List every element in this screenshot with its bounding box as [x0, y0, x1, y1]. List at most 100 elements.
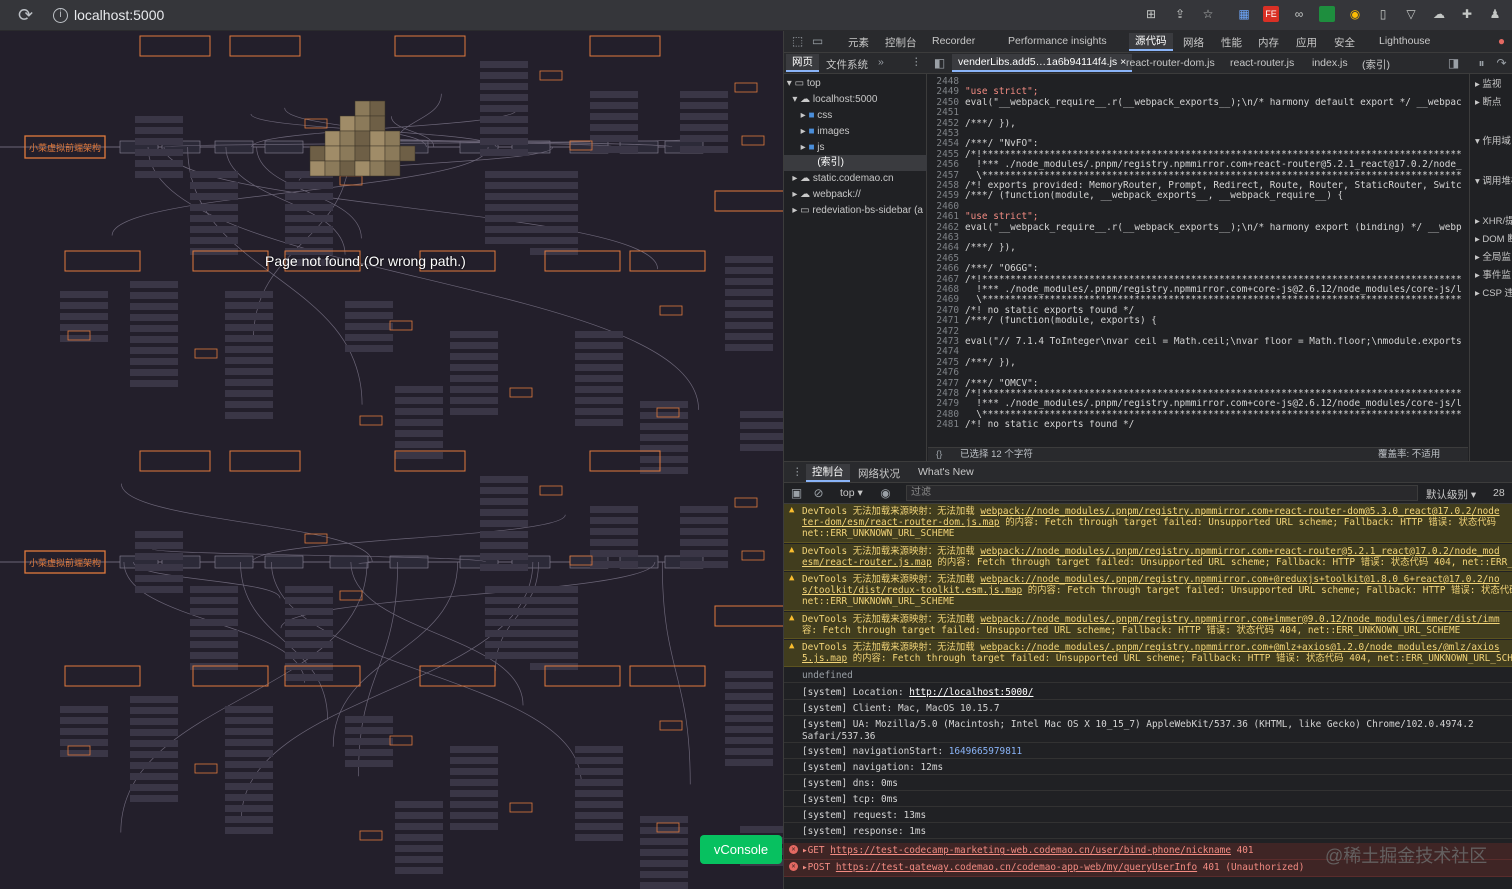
mindmap-leaf — [130, 729, 178, 736]
drawer-tab-whats-new[interactable]: What's New — [918, 466, 974, 478]
bookmark-star-icon[interactable]: ☆ — [1200, 6, 1216, 22]
inspect-icon[interactable]: ⬚ — [790, 34, 805, 49]
source-map-link[interactable]: 5.js.map — [802, 653, 847, 664]
log-link[interactable]: http://localhost:5000/ — [909, 687, 1033, 698]
mindmap-leaf — [680, 517, 728, 524]
event-listeners-section[interactable]: ▸ 事件监 — [1475, 267, 1511, 281]
tab-filesystem[interactable]: 文件系统 — [826, 57, 868, 72]
tab-elements[interactable]: 元素 — [848, 35, 869, 50]
more-tabs-icon[interactable]: » — [878, 56, 884, 68]
source-map-link[interactable]: webpack://node_modules/.pnpm/registry.np… — [980, 614, 1499, 625]
tree-item-css[interactable]: ▸ ■ css — [784, 108, 833, 124]
log-level-selector[interactable]: 默认级别 ▾ — [1426, 487, 1476, 502]
warning-text: DevTools 无法加载来源映射：无法加载 — [802, 642, 981, 653]
mindmap-leaf — [590, 124, 638, 131]
profile-icon[interactable]: ♟ — [1487, 6, 1503, 22]
source-map-link[interactable]: webpack://node_modules/.pnpm/registry.np… — [980, 506, 1499, 517]
watch-section[interactable]: ▸ 监视 — [1475, 76, 1501, 90]
error-url[interactable]: https://test-codecamp-marketing-web.code… — [830, 845, 1231, 856]
toggle-navigator-icon[interactable]: ◧ — [932, 56, 947, 71]
tab-application[interactable]: 应用 — [1296, 35, 1317, 50]
global-listeners-section[interactable]: ▸ 全局监 — [1475, 249, 1511, 263]
tab-performance[interactable]: 性能 — [1221, 35, 1242, 50]
scope-section[interactable]: ▾ 作用域 — [1475, 133, 1511, 147]
file-tab-react-router-dom[interactable]: react-router-dom.js — [1126, 57, 1215, 69]
tab-page[interactable]: 网页 — [786, 54, 819, 72]
tree-item-host[interactable]: ▾ ☁ localhost:5000 — [784, 92, 877, 108]
live-expression-icon[interactable]: ◉ — [878, 486, 893, 501]
xhr-breakpoints-section[interactable]: ▸ XHR/提 — [1475, 213, 1512, 227]
site-info-icon[interactable]: i — [53, 8, 68, 23]
extension-icon[interactable] — [1319, 6, 1335, 22]
dom-breakpoints-section[interactable]: ▸ DOM 断 — [1475, 231, 1512, 245]
drawer-menu-icon[interactable]: ⋮ — [792, 466, 803, 478]
error-url[interactable]: https://test-gateway.codemao.cn/codemao-… — [836, 862, 1197, 873]
line-number[interactable]: 2481 — [928, 419, 959, 430]
code-editor[interactable]: 2448 2449 "use strict"; 2450 eval("__webpack… — [928, 74, 1468, 447]
tab-recorder[interactable]: Recorder — [932, 35, 975, 47]
chrome-icon[interactable]: ◉ — [1347, 6, 1363, 22]
breakpoints-section[interactable]: ▸ 断点 — [1475, 94, 1501, 108]
more-options-icon[interactable]: ⋮ — [911, 56, 922, 68]
puzzle-icon[interactable]: ✚ — [1459, 6, 1475, 22]
extension-icon[interactable]: ∞ — [1291, 6, 1307, 22]
reload-icon[interactable]: ⟳ — [18, 6, 33, 24]
tab-lighthouse[interactable]: Lighthouse — [1379, 35, 1430, 47]
mindmap-leaf — [130, 718, 178, 725]
mindmap-leaf — [530, 608, 578, 615]
tab-security[interactable]: 安全 — [1334, 35, 1355, 50]
share-icon[interactable]: ⇪ — [1172, 6, 1188, 22]
device-toolbar-icon[interactable]: ▭ — [810, 34, 825, 49]
file-tab-react-router[interactable]: react-router.js — [1230, 57, 1294, 69]
tree-item-extension[interactable]: ▸ ▭ redeviation-bs-sidebar (a — [784, 203, 923, 219]
step-icon[interactable]: ↷ — [1494, 56, 1509, 71]
extension-icon[interactable]: FE — [1263, 6, 1279, 22]
mindmap-leaf — [345, 301, 393, 308]
mindmap-leaf — [135, 531, 183, 538]
tree-item-images[interactable]: ▸ ■ images — [784, 124, 850, 140]
section-label: 监视 — [1482, 79, 1502, 90]
pause-icon[interactable]: ⏸ — [1474, 56, 1489, 71]
extension-icon[interactable]: ☁ — [1431, 6, 1447, 22]
tree-item-index[interactable]: (索引) — [784, 155, 927, 171]
tab-performance-insights[interactable]: Performance insights — [1008, 35, 1107, 47]
tree-item-webpack[interactable]: ▸ ☁ webpack:// — [784, 187, 860, 203]
source-map-link[interactable]: esm/react-router.js.map — [802, 557, 932, 568]
mindmap-leaf — [130, 336, 178, 343]
file-tab-venderlibs[interactable]: venderLibs.add5…1a6b94114f4.js × — [952, 54, 1133, 72]
toggle-debugger-icon[interactable]: ◨ — [1446, 56, 1461, 71]
tab-console[interactable]: 控制台 — [885, 35, 917, 50]
source-map-link[interactable]: webpack://node_modules/.pnpm/registry.np… — [980, 546, 1499, 557]
call-stack-section[interactable]: ▾ 调用堆栈 — [1475, 173, 1512, 187]
clear-console-icon[interactable]: ⊘ — [811, 486, 826, 501]
drawer-tab-network-conditions[interactable]: 网络状况 — [858, 466, 900, 481]
source-map-link[interactable]: ter-dom/esm/react-router-dom.js.map — [802, 517, 1000, 528]
tab-memory[interactable]: 内存 — [1258, 35, 1279, 50]
tab-sources[interactable]: 源代码 — [1129, 33, 1173, 51]
source-map-link[interactable]: webpack://node_modules/.pnpm/registry.np… — [980, 642, 1499, 653]
extension-icon[interactable]: ▦ — [1236, 6, 1252, 22]
tree-item-js[interactable]: ▸ ■ js — [784, 140, 825, 156]
source-map-link[interactable]: s/toolkit/dist/redux-toolkit.esm.js.map — [802, 585, 1022, 596]
address-bar[interactable]: localhost:5000 — [74, 7, 164, 23]
vconsole-button[interactable]: vConsole — [700, 835, 782, 864]
issues-count[interactable]: 28 — [1493, 487, 1505, 499]
source-map-link[interactable]: webpack://node_modules/.pnpm/registry.np… — [980, 574, 1499, 585]
mindmap-leaf — [225, 379, 273, 386]
tree-item-static[interactable]: ▸ ☁ static.codemao.cn — [784, 171, 893, 187]
extension-icon[interactable]: ▽ — [1403, 6, 1419, 22]
sidebar-toggle-icon[interactable]: ▣ — [789, 486, 804, 501]
tree-item-top[interactable]: ▾ ▭ top — [784, 76, 821, 92]
tab-network[interactable]: 网络 — [1183, 35, 1204, 50]
pixel-art-tile — [339, 160, 356, 177]
bookmark-icon[interactable]: ▯ — [1375, 6, 1391, 22]
console-filter-input[interactable]: 过滤 — [906, 485, 1418, 501]
context-selector[interactable]: top ▾ — [840, 487, 863, 499]
csp-section[interactable]: ▸ CSP 违 — [1475, 285, 1512, 299]
translate-icon[interactable]: ⊞ — [1143, 6, 1159, 22]
pretty-print-icon[interactable]: {} — [936, 448, 942, 461]
error-count-icon[interactable]: ● — [1494, 34, 1509, 49]
file-tab-index-html[interactable]: (索引) — [1362, 57, 1390, 72]
drawer-tab-console[interactable]: 控制台 — [806, 464, 850, 482]
file-tab-index[interactable]: index.js — [1312, 57, 1348, 69]
